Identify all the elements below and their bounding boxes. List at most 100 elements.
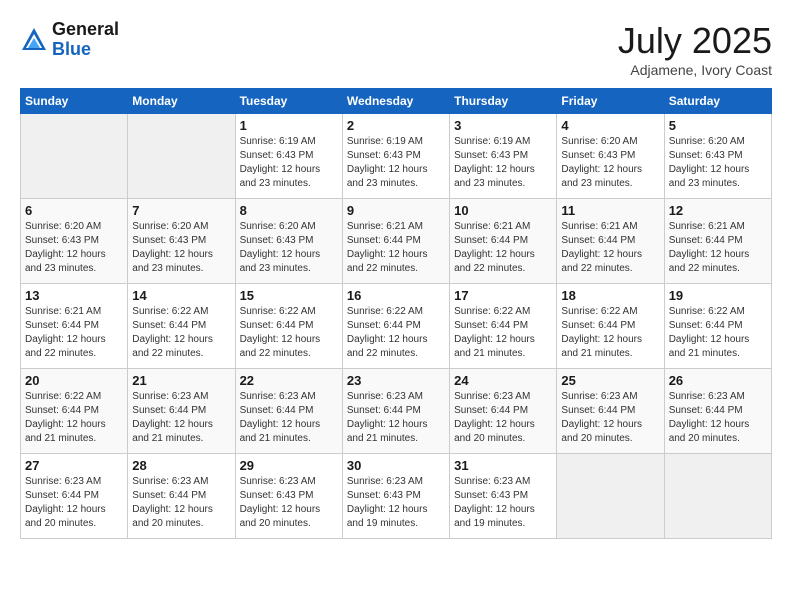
weekday-header-saturday: Saturday <box>664 89 771 114</box>
calendar-cell: 11Sunrise: 6:21 AM Sunset: 6:44 PM Dayli… <box>557 199 664 284</box>
calendar-cell: 18 Sunrise: 6:22 AM Sunset: 6:44 PM Dayli… <box>557 284 664 369</box>
title-block: July 2025 Adjamene, Ivory Coast <box>618 20 772 78</box>
weekday-header-thursday: Thursday <box>450 89 557 114</box>
day-detail: Sunrise: 6:23 AM Sunset: 6:44 PM Dayligh… <box>561 390 659 446</box>
logo-text: General Blue <box>52 20 119 60</box>
day-number: 19 <box>669 288 767 303</box>
day-detail: Sunrise: 6:23 AM Sunset: 6:44 PM Dayligh… <box>669 390 767 446</box>
week-row-1: 1 Sunrise: 6:19 AM Sunset: 6:43 PM Daylig… <box>21 114 772 199</box>
weekday-header-sunday: Sunday <box>21 89 128 114</box>
calendar-cell: 5Sunrise: 6:20 AM Sunset: 6:43 PM Daylig… <box>664 114 771 199</box>
day-number: 13 <box>25 288 123 303</box>
day-number: 22 <box>240 373 338 388</box>
day-number: 9 <box>347 203 445 218</box>
day-number: 30 <box>347 458 445 473</box>
calendar-cell: 7Sunrise: 6:20 AM Sunset: 6:43 PM Daylig… <box>128 199 235 284</box>
day-detail: Sunrise: 6:20 AM Sunset: 6:43 PM Dayligh… <box>25 220 123 276</box>
day-detail: Sunrise: 6:23 AM Sunset: 6:44 PM Dayligh… <box>25 475 123 531</box>
calendar-cell: 23 Sunrise: 6:23 AM Sunset: 6:44 PM Dayli… <box>342 369 449 454</box>
calendar-cell: 28Sunrise: 6:23 AM Sunset: 6:44 PM Dayli… <box>128 454 235 539</box>
day-detail: Sunrise: 6:23 AM Sunset: 6:44 PM Dayligh… <box>454 390 552 446</box>
calendar-cell: 24 Sunrise: 6:23 AM Sunset: 6:44 PM Dayli… <box>450 369 557 454</box>
calendar-cell: 12 Sunrise: 6:21 AM Sunset: 6:44 PM Dayli… <box>664 199 771 284</box>
calendar-cell: 26 Sunrise: 6:23 AM Sunset: 6:44 PM Dayli… <box>664 369 771 454</box>
day-number: 31 <box>454 458 552 473</box>
calendar-cell: 16Sunrise: 6:22 AM Sunset: 6:44 PM Dayli… <box>342 284 449 369</box>
week-row-2: 6 Sunrise: 6:20 AM Sunset: 6:43 PM Daylig… <box>21 199 772 284</box>
day-detail: Sunrise: 6:22 AM Sunset: 6:44 PM Dayligh… <box>347 305 445 361</box>
calendar-cell: 4Sunrise: 6:20 AM Sunset: 6:43 PM Daylig… <box>557 114 664 199</box>
weekday-header-wednesday: Wednesday <box>342 89 449 114</box>
day-detail: Sunrise: 6:21 AM Sunset: 6:44 PM Dayligh… <box>669 220 767 276</box>
day-detail: Sunrise: 6:22 AM Sunset: 6:44 PM Dayligh… <box>25 390 123 446</box>
week-row-5: 27 Sunrise: 6:23 AM Sunset: 6:44 PM Dayli… <box>21 454 772 539</box>
logo-blue-text: Blue <box>52 40 119 60</box>
weekday-header-row: SundayMondayTuesdayWednesdayThursdayFrid… <box>21 89 772 114</box>
day-number: 26 <box>669 373 767 388</box>
day-detail: Sunrise: 6:22 AM Sunset: 6:44 PM Dayligh… <box>240 305 338 361</box>
day-number: 1 <box>240 118 338 133</box>
day-number: 24 <box>454 373 552 388</box>
calendar-cell <box>557 454 664 539</box>
calendar-cell: 25 Sunrise: 6:23 AM Sunset: 6:44 PM Dayli… <box>557 369 664 454</box>
calendar-cell: 2 Sunrise: 6:19 AM Sunset: 6:43 PM Daylig… <box>342 114 449 199</box>
calendar-table: SundayMondayTuesdayWednesdayThursdayFrid… <box>20 88 772 539</box>
calendar-cell <box>128 114 235 199</box>
day-number: 8 <box>240 203 338 218</box>
calendar-cell: 3Sunrise: 6:19 AM Sunset: 6:43 PM Daylig… <box>450 114 557 199</box>
day-detail: Sunrise: 6:23 AM Sunset: 6:43 PM Dayligh… <box>347 475 445 531</box>
day-detail: Sunrise: 6:19 AM Sunset: 6:43 PM Dayligh… <box>347 135 445 191</box>
calendar-cell: 22 Sunrise: 6:23 AM Sunset: 6:44 PM Dayli… <box>235 369 342 454</box>
day-number: 12 <box>669 203 767 218</box>
logo-general-text: General <box>52 20 119 40</box>
calendar-cell <box>21 114 128 199</box>
day-number: 21 <box>132 373 230 388</box>
day-number: 20 <box>25 373 123 388</box>
day-detail: Sunrise: 6:20 AM Sunset: 6:43 PM Dayligh… <box>240 220 338 276</box>
day-detail: Sunrise: 6:21 AM Sunset: 6:44 PM Dayligh… <box>454 220 552 276</box>
day-detail: Sunrise: 6:23 AM Sunset: 6:44 PM Dayligh… <box>240 390 338 446</box>
day-number: 18 <box>561 288 659 303</box>
day-number: 23 <box>347 373 445 388</box>
day-detail: Sunrise: 6:21 AM Sunset: 6:44 PM Dayligh… <box>25 305 123 361</box>
day-detail: Sunrise: 6:23 AM Sunset: 6:43 PM Dayligh… <box>240 475 338 531</box>
month-title: July 2025 <box>618 20 772 62</box>
calendar-cell <box>664 454 771 539</box>
calendar-cell: 15Sunrise: 6:22 AM Sunset: 6:44 PM Dayli… <box>235 284 342 369</box>
day-detail: Sunrise: 6:23 AM Sunset: 6:43 PM Dayligh… <box>454 475 552 531</box>
calendar-cell: 31 Sunrise: 6:23 AM Sunset: 6:43 PM Dayli… <box>450 454 557 539</box>
logo: General Blue <box>20 20 119 60</box>
calendar-cell: 1 Sunrise: 6:19 AM Sunset: 6:43 PM Daylig… <box>235 114 342 199</box>
day-number: 27 <box>25 458 123 473</box>
weekday-header-monday: Monday <box>128 89 235 114</box>
day-number: 4 <box>561 118 659 133</box>
calendar-cell: 13 Sunrise: 6:21 AM Sunset: 6:44 PM Dayli… <box>21 284 128 369</box>
week-row-4: 20 Sunrise: 6:22 AM Sunset: 6:44 PM Dayli… <box>21 369 772 454</box>
day-number: 17 <box>454 288 552 303</box>
day-number: 25 <box>561 373 659 388</box>
day-number: 11 <box>561 203 659 218</box>
calendar-cell: 21Sunrise: 6:23 AM Sunset: 6:44 PM Dayli… <box>128 369 235 454</box>
day-detail: Sunrise: 6:22 AM Sunset: 6:44 PM Dayligh… <box>132 305 230 361</box>
day-number: 6 <box>25 203 123 218</box>
day-detail: Sunrise: 6:22 AM Sunset: 6:44 PM Dayligh… <box>561 305 659 361</box>
day-detail: Sunrise: 6:22 AM Sunset: 6:44 PM Dayligh… <box>669 305 767 361</box>
day-number: 14 <box>132 288 230 303</box>
day-detail: Sunrise: 6:23 AM Sunset: 6:44 PM Dayligh… <box>347 390 445 446</box>
location: Adjamene, Ivory Coast <box>618 62 772 78</box>
day-number: 2 <box>347 118 445 133</box>
day-detail: Sunrise: 6:20 AM Sunset: 6:43 PM Dayligh… <box>669 135 767 191</box>
day-number: 7 <box>132 203 230 218</box>
calendar-cell: 17 Sunrise: 6:22 AM Sunset: 6:44 PM Dayli… <box>450 284 557 369</box>
week-row-3: 13 Sunrise: 6:21 AM Sunset: 6:44 PM Dayli… <box>21 284 772 369</box>
calendar-cell: 19 Sunrise: 6:22 AM Sunset: 6:44 PM Dayli… <box>664 284 771 369</box>
calendar-cell: 27 Sunrise: 6:23 AM Sunset: 6:44 PM Dayli… <box>21 454 128 539</box>
day-detail: Sunrise: 6:22 AM Sunset: 6:44 PM Dayligh… <box>454 305 552 361</box>
page-header: General Blue July 2025 Adjamene, Ivory C… <box>20 20 772 78</box>
logo-icon <box>20 26 48 54</box>
day-number: 29 <box>240 458 338 473</box>
day-detail: Sunrise: 6:19 AM Sunset: 6:43 PM Dayligh… <box>454 135 552 191</box>
calendar-cell: 9Sunrise: 6:21 AM Sunset: 6:44 PM Daylig… <box>342 199 449 284</box>
calendar-cell: 6 Sunrise: 6:20 AM Sunset: 6:43 PM Daylig… <box>21 199 128 284</box>
day-detail: Sunrise: 6:19 AM Sunset: 6:43 PM Dayligh… <box>240 135 338 191</box>
